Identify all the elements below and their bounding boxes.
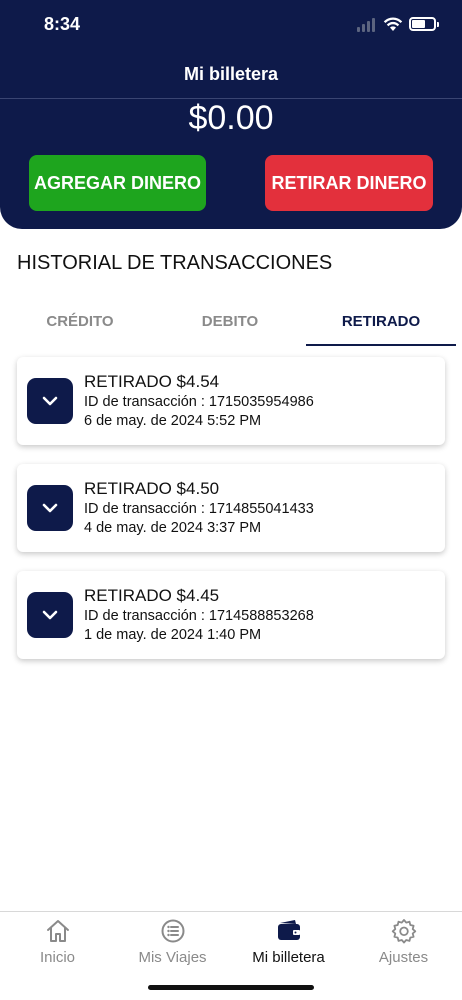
transaction-id: ID de transacción : 1714855041433 <box>84 501 314 517</box>
add-money-button[interactable]: AGREGAR DINERO <box>29 155 206 211</box>
transaction-history-title: HISTORIAL DE TRANSACCIONES <box>17 252 333 274</box>
wifi-icon <box>383 17 403 31</box>
active-tab-indicator <box>306 344 456 346</box>
cellular-signal-icon <box>357 18 377 32</box>
tab-bar-item-ajustes[interactable]: Ajustes <box>346 912 461 972</box>
chevron-down-icon <box>42 396 58 406</box>
expand-button[interactable] <box>27 592 73 638</box>
expand-button[interactable] <box>27 485 73 531</box>
gear-icon <box>391 919 417 944</box>
list-icon <box>161 919 185 943</box>
transaction-date: 1 de may. de 2024 1:40 PM <box>84 627 262 643</box>
tab-bar-label: Mi billetera <box>252 949 325 966</box>
chevron-down-icon <box>42 610 58 620</box>
transaction-card[interactable]: RETIRADO $4.54 ID de transacción : 17150… <box>17 357 445 445</box>
tab-debito[interactable]: DEBITO <box>155 296 305 346</box>
expand-button[interactable] <box>27 378 73 424</box>
status-time: 8:34 <box>44 14 81 34</box>
tab-bar-item-inicio[interactable]: Inicio <box>0 912 115 972</box>
tab-bar-item-mi-billetera[interactable]: Mi billetera <box>231 912 346 972</box>
tab-credito[interactable]: CRÉDITO <box>0 296 160 346</box>
tab-bar-item-mis-viajes[interactable]: Mis Viajes <box>115 912 230 972</box>
withdraw-money-button[interactable]: RETIRAR DINERO <box>265 155 433 211</box>
transaction-date: 4 de may. de 2024 3:37 PM <box>84 520 262 536</box>
wallet-header: 8:34 Mi billetera $0.00 AGREGAR DINERO R… <box>0 0 462 229</box>
transaction-id: ID de transacción : 1715035954986 <box>84 394 314 410</box>
transaction-amount: RETIRADO $4.50 <box>84 479 220 498</box>
transaction-tabs: CRÉDITO DEBITO RETIRADO <box>0 296 462 346</box>
tab-bar-label: Inicio <box>39 949 76 966</box>
home-indicator <box>148 985 314 990</box>
transaction-card[interactable]: RETIRADO $4.45 ID de transacción : 17145… <box>17 571 445 659</box>
page-title: Mi billetera <box>183 64 279 84</box>
tab-bar-label: Ajustes <box>378 949 429 966</box>
wallet-balance: $0.00 <box>188 99 274 137</box>
tab-bar-label: Mis Viajes <box>138 949 207 966</box>
wallet-icon <box>278 920 300 940</box>
home-icon <box>47 920 69 942</box>
transaction-date: 6 de may. de 2024 5:52 PM <box>84 413 262 429</box>
transaction-id: ID de transacción : 1714588853268 <box>84 608 314 624</box>
transaction-amount: RETIRADO $4.45 <box>84 586 220 605</box>
chevron-down-icon <box>42 503 58 513</box>
battery-icon <box>409 17 439 31</box>
transaction-amount: RETIRADO $4.54 <box>84 372 220 391</box>
transaction-card[interactable]: RETIRADO $4.50 ID de transacción : 17148… <box>17 464 445 552</box>
tab-retirado[interactable]: RETIRADO <box>306 296 456 346</box>
status-bar: 8:34 <box>0 0 462 50</box>
